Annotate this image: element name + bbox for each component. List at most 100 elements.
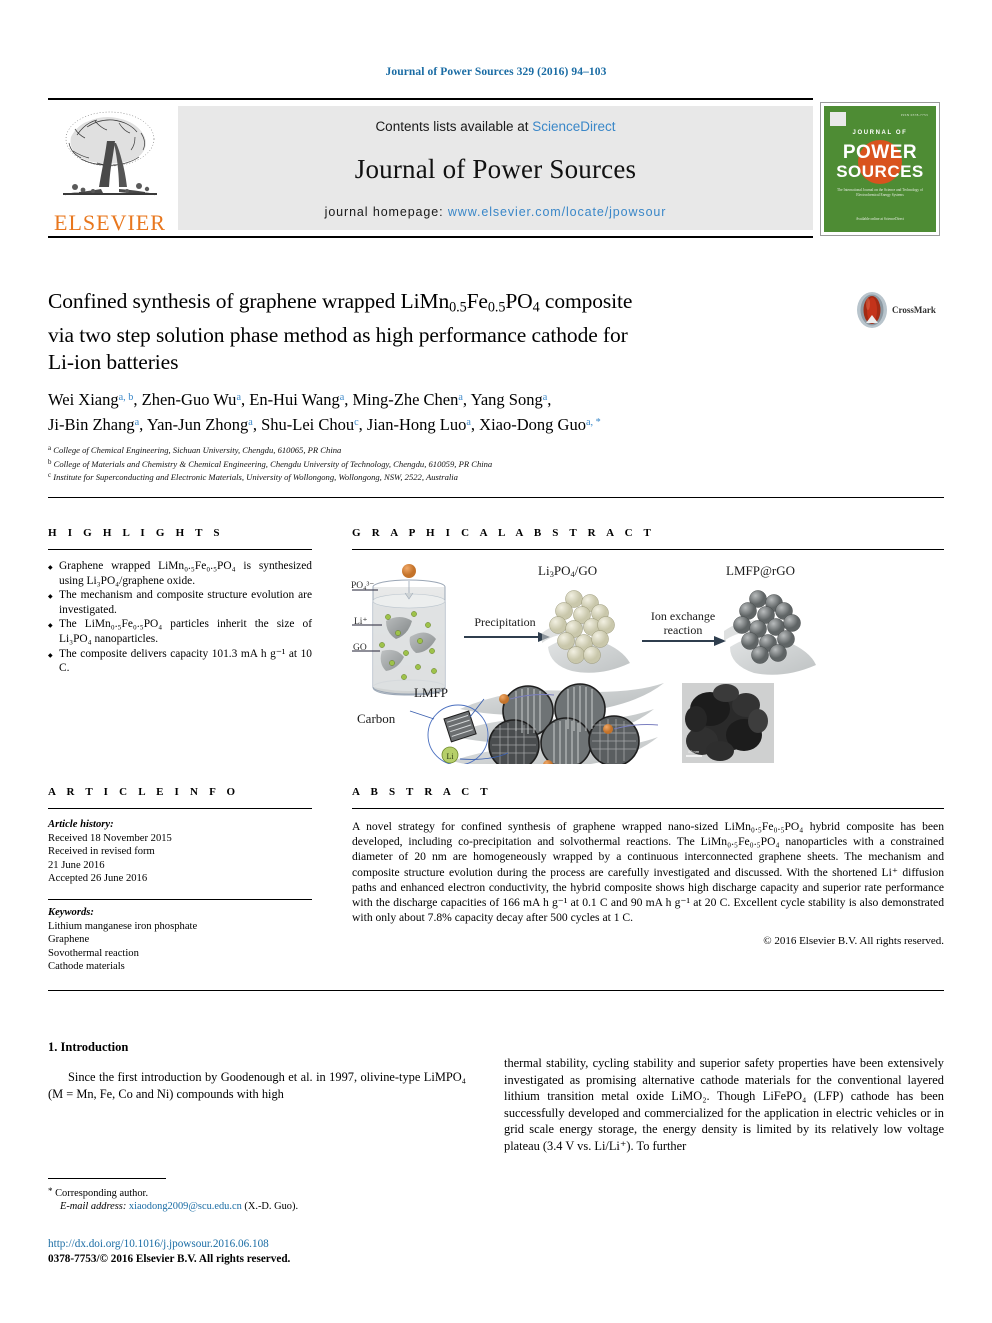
affiliation-list: a College of Chemical Engineering, Sichu… <box>48 443 808 484</box>
doi-block: http://dx.doi.org/10.1016/j.jpowsour.201… <box>48 1237 488 1267</box>
sciencedirect-link[interactable]: ScienceDirect <box>532 119 615 134</box>
title-line-2: via two step solution phase method as hi… <box>48 322 628 347</box>
journal-cover-art: ISSN 0378-7753 JOURNAL OF POWER SOURCES … <box>824 106 936 232</box>
journal-masthead: ELSEVIER Contents lists available at Sci… <box>48 98 944 238</box>
title-sub-3: 4 <box>532 299 540 316</box>
title-sub-1: 0.5 <box>449 299 467 316</box>
lmfp-sandwich-graphic: Li <box>409 683 664 771</box>
author-name: Wei Xiang <box>48 390 119 410</box>
label-po4: PO₄³⁻ <box>351 581 375 591</box>
graphical-abstract-svg: Li 50 nm <box>352 564 816 771</box>
author-name: Yang Song <box>470 390 543 410</box>
keyword-item: Lithium manganese iron phosphate <box>48 920 198 932</box>
abstract-section: A B S T R A C T A novel strategy for con… <box>352 786 944 947</box>
abstract-bottom-divider <box>48 990 944 991</box>
article-title-block: Confined synthesis of graphene wrapped L… <box>48 288 848 376</box>
keyword-item: Sovothermal reaction <box>48 947 139 959</box>
section-title-introduction: 1. Introduction <box>48 1040 129 1054</box>
author-name: Ming-Zhe Chen <box>352 390 459 410</box>
homepage-prefix: journal homepage: <box>324 205 448 219</box>
label-precipitation: Precipitation <box>474 615 536 629</box>
title-line-3: Li-ion batteries <box>48 349 179 374</box>
author-list: Wei Xianga, b, Zhen-Guo Wua, En-Hui Wang… <box>48 386 858 436</box>
highlights-section: H I G H L I G H T S Graphene wrapped LiM… <box>48 527 312 676</box>
abstract-copyright: © 2016 Elsevier B.V. All rights reserved… <box>763 935 944 948</box>
article-history-block: Article history: Received 18 November 20… <box>48 818 312 974</box>
author-item: Yan-Jun Zhonga, <box>146 415 262 435</box>
affiliation-divider <box>48 497 944 498</box>
author-name: Zhen-Guo Wu <box>141 390 237 410</box>
cover-sources-label: SOURCES <box>836 162 924 181</box>
email-owner: (X.-D. Guo). <box>244 1201 299 1213</box>
corresponding-author-text: Corresponding author. <box>55 1187 149 1199</box>
history-item: Received 18 November 2015 <box>48 832 172 844</box>
crossmark-badge[interactable]: CrossMark <box>856 290 944 330</box>
precipitation-arrow-icon <box>464 632 550 642</box>
contents-prefix: Contents lists available at <box>375 119 533 134</box>
email-link[interactable]: xiaodong2009@scu.edu.cn <box>129 1201 242 1212</box>
cover-elsevier-mark-icon <box>830 112 846 126</box>
abstract-heading: A B S T R A C T <box>352 786 492 798</box>
body-column-right: thermal stability, cycling stability and… <box>504 1055 944 1155</box>
author-item: Xiao-Dong Guoa, * <box>479 415 601 434</box>
intro-paragraph-right: thermal stability, cycling stability and… <box>504 1056 944 1153</box>
keywords-divider <box>48 898 312 900</box>
li3po4-go-cluster <box>542 590 630 673</box>
author-name: Ji-Bin Zhang <box>48 415 135 435</box>
graphical-abstract-rule <box>352 549 944 550</box>
title-sub-2: 0.5 <box>487 299 506 316</box>
cover-blurb-text: The International Journal on the Science… <box>837 188 923 198</box>
elsevier-wordmark: ELSEVIER <box>54 210 166 235</box>
affiliation-mark: b <box>48 458 52 466</box>
journal-reference: Journal of Power Sources 329 (2016) 94–1… <box>385 66 607 78</box>
author-affil-mark: a <box>466 417 471 429</box>
history-item: Accepted 26 June 2016 <box>48 873 148 885</box>
abstract-text: A novel strategy for confined synthesis … <box>352 820 944 925</box>
article-info-heading: A R T I C L E I N F O <box>48 786 240 798</box>
elsevier-logo: ELSEVIER <box>48 106 172 234</box>
affiliation-item: c Institute for Superconducting and Elec… <box>48 470 808 484</box>
homepage-url-link[interactable]: www.elsevier.com/locate/jpowsour <box>448 205 666 219</box>
highlights-rule <box>48 549 312 550</box>
affiliation-mark: c <box>48 472 52 480</box>
affiliation-mark: a <box>48 445 52 452</box>
label-carbon: Carbon <box>357 711 396 726</box>
author-item: Wei Xianga, b, <box>48 390 142 410</box>
label-lmfp-rgo: LMFP@rGO <box>726 563 796 578</box>
author-item: En-Hui Wanga, <box>249 390 353 410</box>
corresponding-author-line: * Corresponding author. <box>48 1185 468 1200</box>
author-item: Jian-Hong Luoa, <box>366 415 480 435</box>
title-part-1: Confined synthesis of graphene wrapped L… <box>48 289 450 313</box>
list-item: The LiMn₀.₅Fe₀.₅PO₄ particles inherit th… <box>48 617 312 646</box>
masthead-center-band: Contents lists available at ScienceDirec… <box>178 106 813 230</box>
affiliation-text: Institute for Superconducting and Electr… <box>53 472 458 483</box>
article-info-section: A R T I C L E I N F O Article history: R… <box>48 786 312 974</box>
page-title: Confined synthesis of graphene wrapped L… <box>48 288 848 376</box>
label-lmfp: LMFP <box>414 685 448 700</box>
graphical-abstract-heading: G R A P H I C A L A B S T R A C T <box>352 527 656 539</box>
author-affil-mark: a, b <box>118 392 134 403</box>
cover-footer-text: Available online at ScienceDirect <box>855 216 905 221</box>
affiliation-text: College of Materials and Chemistry & Che… <box>53 458 493 469</box>
email-line: E-mail address: xiaodong2009@scu.edu.cn … <box>48 1200 468 1214</box>
title-part-4: composite <box>539 289 633 313</box>
article-info-rule <box>48 808 312 809</box>
doi-link[interactable]: http://dx.doi.org/10.1016/j.jpowsour.201… <box>48 1237 488 1252</box>
author-affil-mark: a <box>248 417 253 429</box>
author-name: Xiao-Dong Guo <box>479 415 586 435</box>
author-affil-mark: a <box>339 392 345 403</box>
author-affil-mark: a <box>236 392 241 403</box>
issn-copyright: 0378-7753/© 2016 Elsevier B.V. All right… <box>48 1253 291 1265</box>
author-name: Shu-Lei Chou <box>261 415 355 435</box>
li-particle-label: Li <box>446 752 454 761</box>
journal-homepage-line: journal homepage: www.elsevier.com/locat… <box>325 205 667 219</box>
footnote-block: * Corresponding author. E-mail address: … <box>48 1178 468 1214</box>
history-item: Received in revised form <box>48 846 155 858</box>
lmfp-rgo-cluster <box>724 590 816 675</box>
contents-lists-line: Contents lists available at ScienceDirec… <box>375 119 615 134</box>
graphical-abstract-section: G R A P H I C A L A B S T R A C T Li 50 … <box>351 527 944 771</box>
author-item: Ming-Zhe Chena, <box>352 390 471 410</box>
list-item: The composite delivers capacity 101.3 mA… <box>48 647 312 676</box>
keyword-item: Cathode materials <box>48 961 125 973</box>
masthead-bottom-rule <box>48 236 813 238</box>
